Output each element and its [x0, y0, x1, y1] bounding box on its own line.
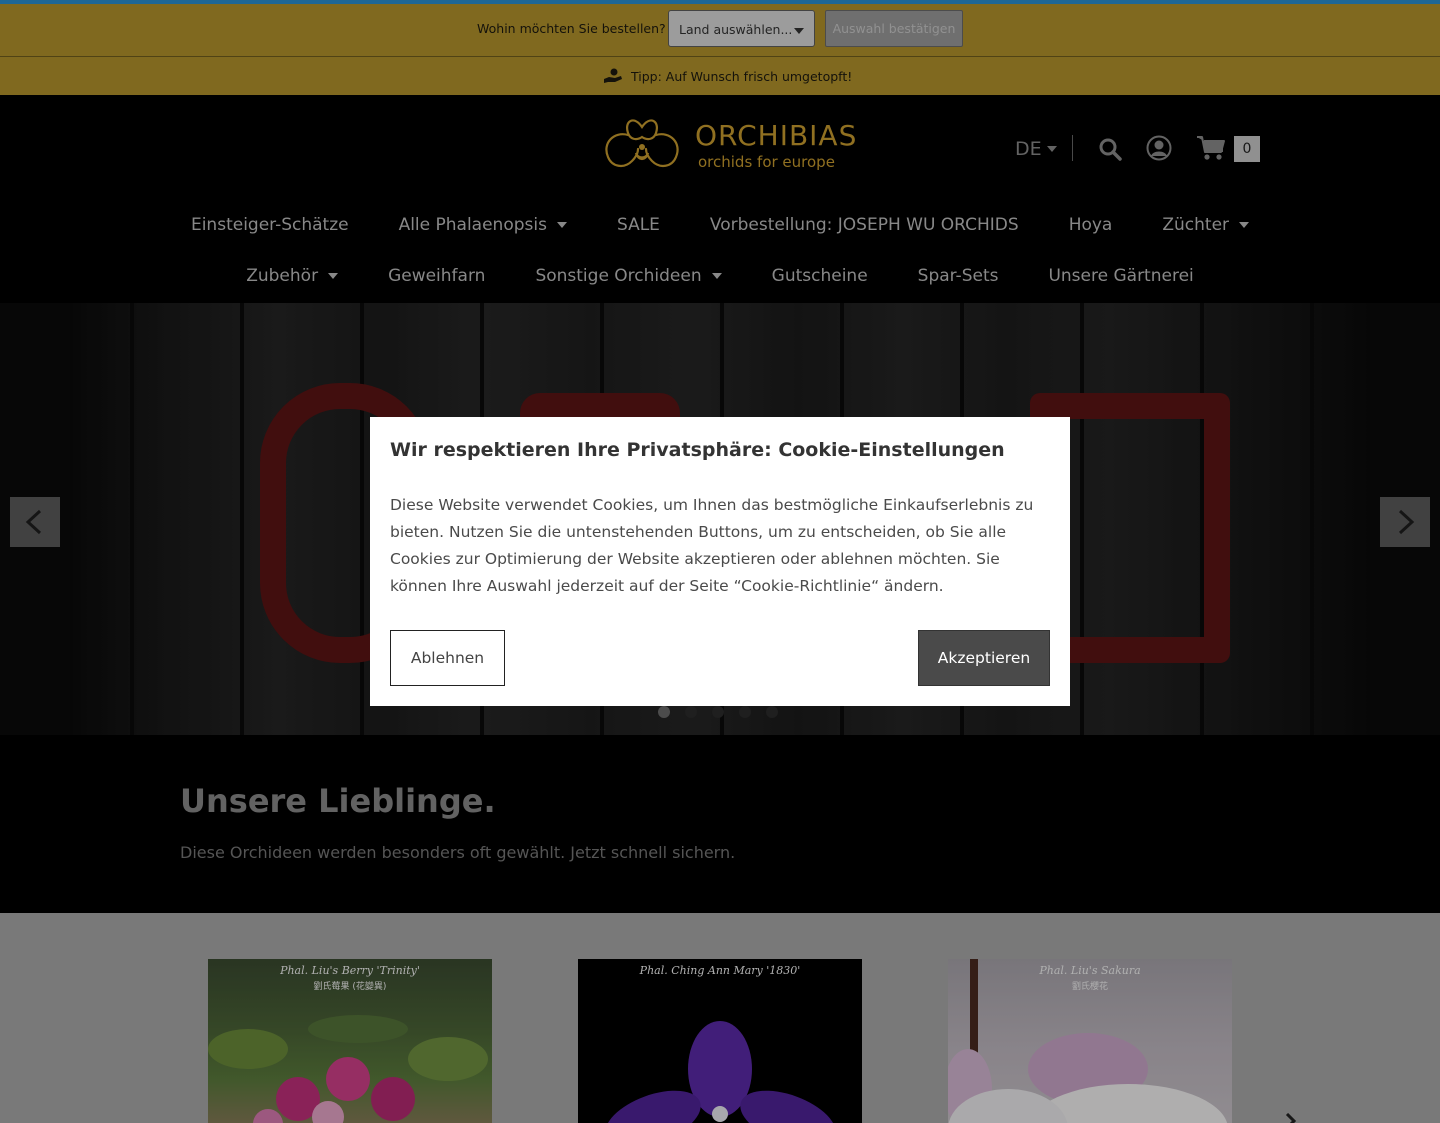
- cookie-decline-button[interactable]: Ablehnen: [390, 630, 505, 686]
- cookie-consent-modal: Wir respektieren Ihre Privatsphäre: Cook…: [370, 417, 1070, 706]
- cookie-modal-body: Diese Website verwendet Cookies, um Ihne…: [390, 496, 1034, 595]
- cookie-modal-title: Wir respektieren Ihre Privatsphäre: Cook…: [390, 439, 1005, 461]
- cookie-accept-button[interactable]: Akzeptieren: [918, 630, 1050, 686]
